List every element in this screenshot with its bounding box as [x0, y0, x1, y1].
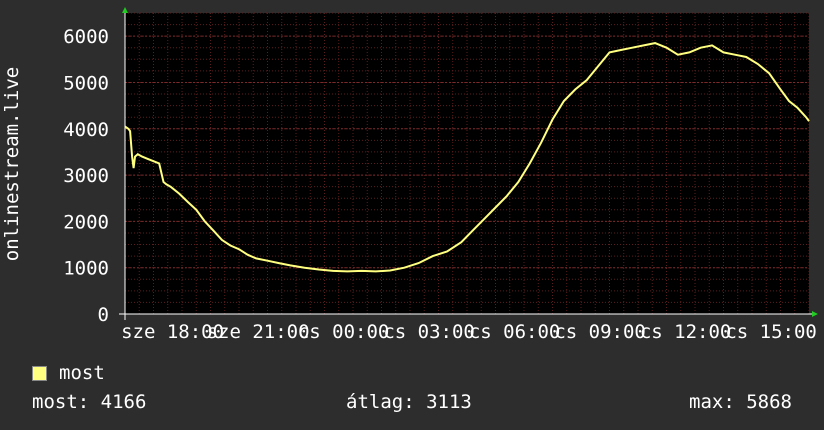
x-axis-arrow	[812, 311, 818, 317]
legend-swatch	[32, 365, 47, 381]
x-tick-label: sze 21:00	[207, 321, 310, 343]
y-tick-label: 2000	[63, 211, 109, 233]
y-tick-label: 1000	[63, 258, 109, 280]
stat-current: most: 4166	[32, 391, 147, 413]
x-tick-label: cs 15:00	[725, 321, 817, 343]
legend: most	[32, 362, 105, 384]
y-axis-ticks: 0 1000 2000 3000 4000 5000 6000	[63, 26, 109, 326]
legend-label: most	[59, 362, 105, 384]
y-tick-label: 5000	[63, 72, 109, 94]
y-axis-arrow	[122, 7, 128, 13]
y-tick-label: 0	[98, 304, 109, 326]
x-tick-label: cs 06:00	[469, 321, 561, 343]
y-axis-label: onlinestream.live	[1, 67, 23, 261]
x-tick-label: cs 09:00	[554, 321, 646, 343]
x-tick-label: cs 12:00	[640, 321, 732, 343]
y-tick-label: 4000	[63, 119, 109, 141]
x-tick-label: cs 03:00	[383, 321, 475, 343]
x-tick-label: cs 00:00	[298, 321, 390, 343]
y-tick-label: 6000	[63, 26, 109, 48]
x-axis-ticks: sze 18:00sze 21:00cs 00:00cs 03:00cs 06:…	[121, 321, 817, 343]
y-tick-label: 3000	[63, 165, 109, 187]
stat-max: max: 5868	[689, 391, 792, 413]
stat-average: átlag: 3113	[346, 391, 472, 413]
line-chart: 0 1000 2000 3000 4000 5000 6000 sze 18:00sze 2…	[1, 7, 818, 343]
